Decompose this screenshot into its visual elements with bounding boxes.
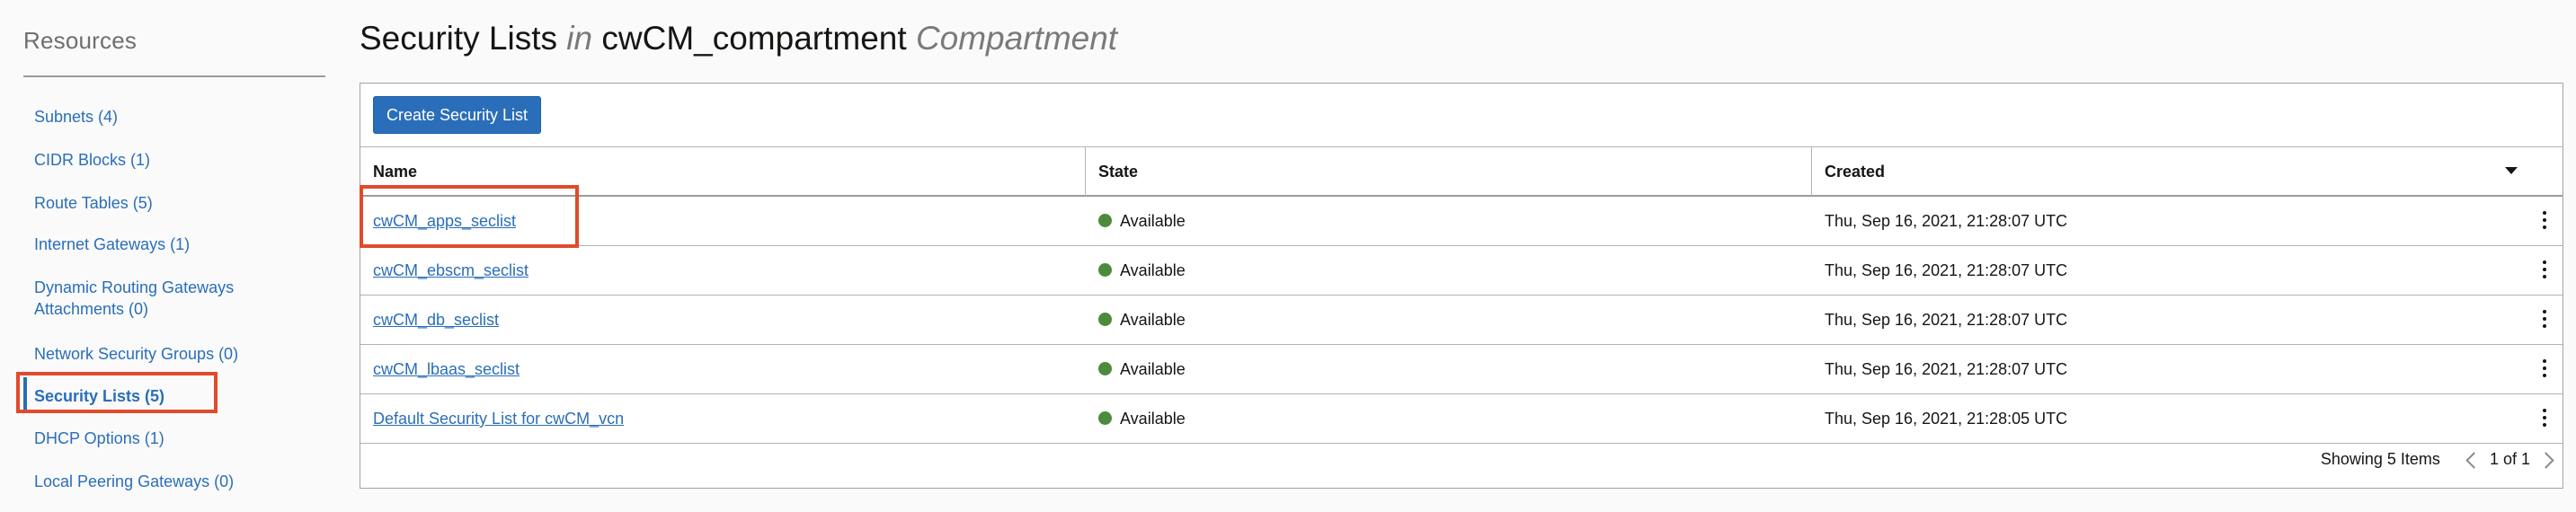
sidebar-item-cidr-blocks[interactable]: CIDR Blocks (1) <box>34 149 304 171</box>
row-actions-menu-icon[interactable] <box>2534 259 2555 282</box>
table-row: cwCM_apps_seclist Available Thu, Sep 16,… <box>360 197 2563 246</box>
page-indicator: 1 of 1 <box>2489 450 2530 468</box>
sidebar-item-subnets[interactable]: Subnets (4) <box>34 106 304 128</box>
security-list-link[interactable]: cwCM_ebscm_seclist <box>373 261 529 279</box>
state-cell: Available <box>1086 197 1812 245</box>
row-actions-menu-icon[interactable] <box>2534 308 2555 331</box>
page-title-compartment: cwCM_compartment <box>601 20 907 57</box>
security-list-link[interactable]: cwCM_db_seclist <box>373 311 499 329</box>
resources-sidebar: Resources Subnets (4) CIDR Blocks (1) Ro… <box>16 0 325 512</box>
table-header: Name State Created <box>360 146 2563 197</box>
security-list-link[interactable]: cwCM_lbaas_seclist <box>373 360 520 378</box>
row-actions-menu-icon[interactable] <box>2534 358 2555 381</box>
state-cell: Available <box>1086 345 1812 393</box>
state-label: Available <box>1120 410 1186 428</box>
next-page-icon[interactable] <box>2537 452 2554 469</box>
page-title-suffix: Compartment <box>915 20 1118 57</box>
created-cell: Thu, Sep 16, 2021, 21:28:05 UTC <box>1825 410 2068 428</box>
sidebar-item-route-tables[interactable]: Route Tables (5) <box>34 192 304 214</box>
column-header-state[interactable]: State <box>1086 147 1812 196</box>
sidebar-item-dhcp-options[interactable]: DHCP Options (1) <box>34 428 304 449</box>
table-row: cwCM_ebscm_seclist Available Thu, Sep 16… <box>360 246 2563 296</box>
sidebar-title: Resources <box>23 27 138 54</box>
security-lists-panel: Create Security List Name State Created … <box>360 83 2563 489</box>
row-actions-menu-icon[interactable] <box>2534 209 2555 233</box>
state-label: Available <box>1120 360 1186 378</box>
available-status-icon <box>1098 262 1112 277</box>
previous-page-icon[interactable] <box>2465 452 2483 469</box>
table-row: Default Security List for cwCM_vcn Avail… <box>360 394 2563 444</box>
available-status-icon <box>1098 410 1112 425</box>
sort-descending-icon[interactable] <box>2505 167 2518 174</box>
available-status-icon <box>1098 361 1112 375</box>
state-cell: Available <box>1086 246 1812 295</box>
column-header-created[interactable]: Created <box>1812 147 2563 196</box>
state-cell: Available <box>1086 394 1812 443</box>
page-title-main: Security Lists <box>360 20 558 57</box>
state-label: Available <box>1120 212 1186 230</box>
available-status-icon <box>1098 213 1112 227</box>
sidebar-item-network-security-groups[interactable]: Network Security Groups (0) <box>34 343 304 365</box>
created-cell: Thu, Sep 16, 2021, 21:28:07 UTC <box>1825 212 2068 230</box>
available-status-icon <box>1098 312 1112 326</box>
sidebar-item-local-peering-gateways[interactable]: Local Peering Gateways (0) <box>34 471 304 492</box>
state-label: Available <box>1120 311 1186 329</box>
security-list-link[interactable]: Default Security List for cwCM_vcn <box>373 410 624 428</box>
state-label: Available <box>1120 261 1186 279</box>
created-cell: Thu, Sep 16, 2021, 21:28:07 UTC <box>1825 360 2068 378</box>
create-security-list-button[interactable]: Create Security List <box>373 96 542 134</box>
sidebar-item-drg-attachments[interactable]: Dynamic Routing Gateways Attachments (0) <box>34 277 268 320</box>
sidebar-divider <box>23 75 325 77</box>
pagination: 1 of 1 <box>2465 441 2554 477</box>
table-footer: Showing 5 Items 1 of 1 <box>2320 441 2554 477</box>
table-row: cwCM_lbaas_seclist Available Thu, Sep 16… <box>360 345 2563 394</box>
state-cell: Available <box>1086 296 1812 344</box>
page-title: Security Lists in cwCM_compartment Compa… <box>360 20 1117 57</box>
security-lists-highlight-box <box>16 372 218 413</box>
created-cell: Thu, Sep 16, 2021, 21:28:07 UTC <box>1825 311 2068 329</box>
row-actions-menu-icon[interactable] <box>2534 407 2555 430</box>
sidebar-item-internet-gateways[interactable]: Internet Gateways (1) <box>34 234 304 255</box>
item-count: Showing 5 Items <box>2320 450 2440 468</box>
created-cell: Thu, Sep 16, 2021, 21:28:07 UTC <box>1825 261 2068 279</box>
column-header-created-label: Created <box>1825 163 1886 181</box>
apps-seclist-highlight-box <box>360 185 579 248</box>
table-row: cwCM_db_seclist Available Thu, Sep 16, 2… <box>360 296 2563 345</box>
page-title-in: in <box>566 20 593 57</box>
